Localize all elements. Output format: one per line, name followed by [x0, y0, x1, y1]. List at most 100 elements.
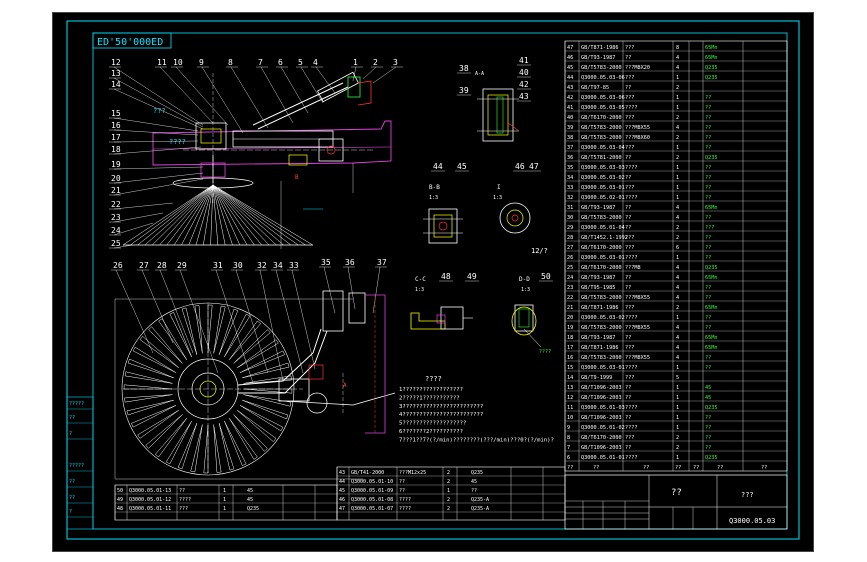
- balloon-number: 1: [353, 58, 358, 67]
- parts-cell: ??: [705, 235, 711, 241]
- bottom-cell: Q3000.05.01-12: [129, 497, 171, 503]
- parts-cell: GB/T93-1987: [581, 275, 615, 281]
- parts-cell: ???: [625, 435, 634, 441]
- parts-cell: GB/T1096-2003: [581, 385, 622, 391]
- parts-cell: 17: [567, 345, 573, 351]
- parts-cell: Q3000.05.01-03: [581, 405, 625, 411]
- bottom-cell: ????: [179, 497, 191, 503]
- parts-cell: 27: [567, 245, 573, 251]
- parts-cell: ??: [705, 185, 711, 191]
- parts-cell: ??: [705, 245, 711, 251]
- parts-cell: ??: [705, 355, 711, 361]
- parts-cell: ???: [625, 45, 634, 51]
- parts-cell: ??: [705, 175, 711, 181]
- parts-cell: GB/T5783-2000: [581, 295, 622, 301]
- parts-cell: ???: [625, 245, 634, 251]
- parts-cell: 47: [567, 45, 573, 51]
- left-margin-label: ??: [69, 495, 75, 501]
- parts-cell: 2: [676, 115, 679, 121]
- parts-cell: ??: [705, 115, 711, 121]
- parts-cell: ??: [625, 205, 631, 211]
- parts-cell: 34: [567, 175, 573, 181]
- bristle-tuft: [218, 308, 239, 355]
- parts-cell: GB/T9-1999: [581, 375, 612, 381]
- section-i: I: [497, 184, 501, 191]
- balloon-number: 36: [345, 258, 355, 267]
- bristle: [210, 184, 214, 246]
- bottom-cell: 49: [117, 497, 123, 503]
- parts-cell: GB/T1096-2003: [581, 395, 622, 401]
- bottom-cell: Q235: [471, 470, 483, 476]
- balloon-number: 15: [111, 109, 121, 118]
- title-block-sub: ???: [741, 491, 754, 499]
- parts-cell: 1: [676, 385, 679, 391]
- bottom-parts-lists: 43 GB/T41-2000 ???M12x25 2 Q235 44 Q3000.05.01…: [114, 466, 566, 521]
- leader-line: [259, 269, 284, 382]
- parts-cell: 4: [676, 55, 679, 61]
- parts-cell: ??: [625, 415, 631, 421]
- parts-cell: Q3000.05.03-01: [581, 185, 625, 191]
- parts-cell: GB/T871-1986: [581, 345, 618, 351]
- bristle: [195, 184, 214, 246]
- parts-cell: ????: [625, 315, 638, 321]
- leader-line: [113, 66, 204, 126]
- detail-balloon: 48: [441, 272, 451, 281]
- balloon-number: 30: [233, 261, 243, 270]
- parts-cell: 46: [567, 55, 573, 61]
- parts-cell: 28: [567, 235, 573, 241]
- bottom-cell: ??: [399, 488, 405, 494]
- balloon-number: 37: [377, 258, 387, 267]
- parts-cell: ??: [625, 445, 631, 451]
- detail-balloon: 43: [519, 92, 529, 101]
- leader-line: [159, 269, 194, 354]
- drawing-canvas[interactable]: ED'50'000ED ?????????????????? B ??? ???…: [52, 12, 814, 552]
- parts-cell: Q235: [705, 75, 718, 81]
- parts-cell: 65Mn: [705, 55, 718, 61]
- detail-balloon: 49: [467, 272, 477, 281]
- parts-cell: 4: [676, 205, 679, 211]
- parts-cell: 2: [676, 135, 679, 141]
- parts-cell: 26: [567, 255, 573, 261]
- parts-cell: 4: [676, 295, 679, 301]
- parts-cell: 6: [567, 455, 570, 461]
- parts-cell: Q3000.05.02-01: [581, 195, 625, 201]
- bottom-cell: Q235-A: [471, 506, 489, 512]
- parts-cell: ??: [705, 125, 711, 131]
- bottom-cell: 46: [339, 497, 345, 503]
- parts-header: ??: [567, 465, 573, 471]
- parts-cell: ????: [625, 165, 638, 171]
- parts-cell: 32: [567, 195, 573, 201]
- parts-cell: Q3000.05.03-03: [581, 165, 625, 171]
- parts-cell: 10: [567, 415, 573, 421]
- bottom-cell: Q3000.05.01-13: [129, 488, 171, 494]
- parts-header: ??: [675, 465, 681, 471]
- balloon-number: 14: [111, 80, 121, 89]
- parts-cell: GB/T5783-2000: [581, 325, 622, 331]
- svg-text:???: ???: [153, 107, 166, 115]
- bottom-cell: ????: [399, 506, 411, 512]
- parts-cell: 25: [567, 265, 573, 271]
- parts-cell: 21: [567, 305, 573, 311]
- bristle-tuft: [190, 424, 203, 473]
- parts-cell: ???: [625, 115, 634, 121]
- parts-cell: 42: [567, 95, 573, 101]
- balloon-number: 4: [313, 58, 318, 67]
- balloon-number: 32: [257, 261, 267, 270]
- left-margin-label: ?: [69, 431, 72, 437]
- bottom-cell: ??: [179, 488, 185, 494]
- parts-cell: 65Mn: [705, 335, 718, 341]
- parts-cell: 38: [567, 135, 573, 141]
- parts-cell: 1: [676, 255, 679, 261]
- detail-balloon: 42: [519, 80, 529, 89]
- parts-cell: 1: [676, 195, 679, 201]
- bristle: [212, 184, 313, 246]
- parts-cell: 44: [567, 75, 573, 81]
- left-margin-label: ??: [69, 415, 75, 421]
- balloon-leaders-left: 15 16 17 18 19 20 21 22 23 24 25: [109, 109, 204, 249]
- parts-cell: 23: [567, 285, 573, 291]
- bristle: [122, 184, 214, 246]
- bottom-cell: GB/T41-2000: [351, 470, 384, 476]
- leader-line: [141, 269, 174, 344]
- parts-cell: 65Mn: [705, 45, 718, 51]
- parts-cell: ??: [625, 55, 631, 61]
